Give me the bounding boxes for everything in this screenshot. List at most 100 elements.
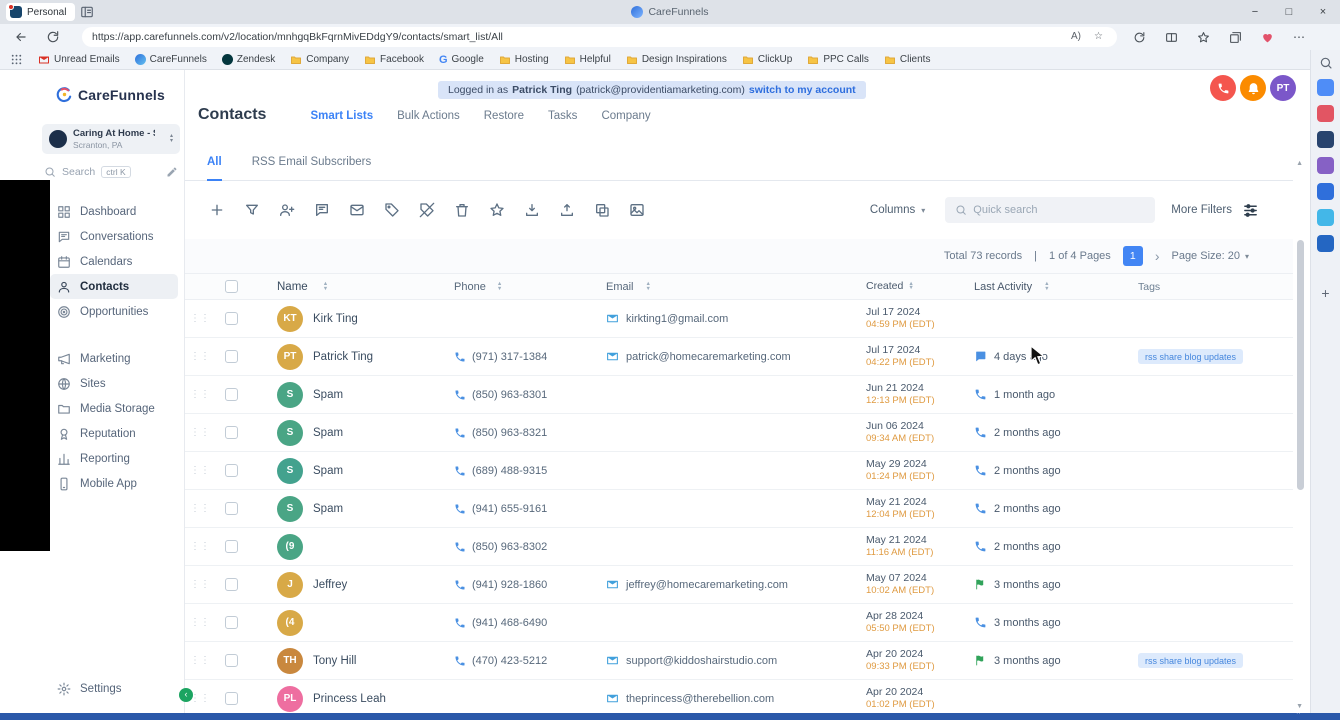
tag-pill[interactable]: rss share blog updates [1138, 653, 1244, 668]
toolbar-plus-button[interactable] [205, 198, 229, 222]
read-aloud-icon[interactable]: A) [1071, 31, 1084, 44]
contact-name-cell[interactable]: J Jeffrey [251, 571, 448, 598]
sidebar-search[interactable]: Search ctrl K [44, 164, 178, 180]
bookmark-design-inspirations[interactable]: Design Inspirations [626, 54, 727, 66]
table-row[interactable]: ⋮⋮ TH Tony Hill (470) 423-5212 support@kiddo… [185, 642, 1293, 680]
page-1-button[interactable]: 1 [1122, 246, 1143, 266]
edge-app-icon-5[interactable] [1317, 183, 1334, 200]
sidebar-item-mobile-app[interactable]: Mobile App [50, 471, 178, 496]
filters-sliders-icon[interactable] [1242, 202, 1259, 219]
user-avatar[interactable]: PT [1270, 75, 1296, 101]
toolbar-chat-button[interactable] [310, 198, 334, 222]
contact-phone-cell[interactable]: (850) 963-8321 [448, 427, 598, 439]
contact-phone-cell[interactable]: (941) 655-9161 [448, 503, 598, 515]
row-checkbox[interactable] [225, 464, 238, 477]
settings-menu-icon[interactable]: ⋯ [1293, 30, 1306, 44]
toolbar-copy-button[interactable] [590, 198, 614, 222]
column-header-phone[interactable]: Phone ▲ ▼ [448, 281, 598, 293]
quick-search-input[interactable] [973, 204, 1146, 216]
contact-name-cell[interactable]: (9 [251, 533, 448, 560]
contact-email-cell[interactable]: support@kiddoshairstudio.com [598, 654, 860, 667]
column-header-created[interactable]: Created ▲ ▼ [860, 280, 964, 294]
add-app-icon[interactable]: + [1321, 285, 1329, 301]
tab-smart-lists[interactable]: Smart Lists [310, 110, 373, 122]
column-header-name[interactable]: Name ▲ ▼ [251, 281, 448, 293]
contact-name-cell[interactable]: PT Patrick Ting [251, 343, 448, 370]
close-button[interactable]: × [1306, 0, 1340, 24]
minimize-button[interactable]: − [1238, 0, 1272, 24]
contact-phone-cell[interactable]: (850) 963-8301 [448, 389, 598, 401]
drag-handle[interactable]: ⋮⋮ [185, 427, 215, 438]
table-row[interactable]: ⋮⋮ KT Kirk Ting kirkting1@gmail.com Jul 17 2… [185, 300, 1293, 338]
contact-phone-cell[interactable]: (850) 963-8302 [448, 541, 598, 553]
tab-restore[interactable]: Restore [484, 110, 524, 122]
maximize-button[interactable]: □ [1272, 0, 1306, 24]
table-row[interactable]: ⋮⋮ S Spam (941) 655-9161 May 21 2024 12:04 PM… [185, 490, 1293, 528]
toolbar-download-button[interactable] [520, 198, 544, 222]
bookmark-clickup[interactable]: ClickUp [742, 54, 792, 66]
column-header-last-activity[interactable]: Last Activity ▲ ▼ [964, 281, 1132, 293]
location-switcher[interactable]: Caring At Home - Sn... Scranton, PA ▴▾ [42, 124, 180, 154]
toolbar-filter-button[interactable] [240, 198, 264, 222]
table-row[interactable]: ⋮⋮ S Spam (689) 488-9315 May 29 2024 01:24 PM… [185, 452, 1293, 490]
drag-handle[interactable]: ⋮⋮ [185, 655, 215, 666]
drag-handle[interactable]: ⋮⋮ [185, 579, 215, 590]
edge-app-icon-4[interactable] [1317, 157, 1334, 174]
row-checkbox[interactable] [225, 692, 238, 705]
sidebar-item-reporting[interactable]: Reporting [50, 446, 178, 471]
scrollbar-down-icon[interactable]: ▼ [1296, 703, 1303, 710]
bookmark-helpful[interactable]: Helpful [564, 54, 611, 66]
edge-app-icon-1[interactable] [1317, 79, 1334, 96]
toolbar-star-button[interactable] [485, 198, 509, 222]
bookmark-company[interactable]: Company [290, 54, 349, 66]
next-page-button[interactable]: › [1155, 248, 1160, 264]
table-row[interactable]: ⋮⋮ (9 (850) 963-8302 May 21 2024 11:16 AM (E… [185, 528, 1293, 566]
bookmark-facebook[interactable]: Facebook [364, 54, 424, 66]
tab-tasks[interactable]: Tasks [548, 110, 577, 122]
row-checkbox[interactable] [225, 312, 238, 325]
row-checkbox[interactable] [225, 540, 238, 553]
row-checkbox[interactable] [225, 616, 238, 629]
back-icon[interactable] [14, 30, 28, 44]
contact-name-cell[interactable]: S Spam [251, 381, 448, 408]
table-row[interactable]: ⋮⋮ (4 (941) 468-6490 Apr 28 2024 05:50 PM (E… [185, 604, 1293, 642]
sidebar-item-media-storage[interactable]: Media Storage [50, 396, 178, 421]
contact-email-cell[interactable]: jeffrey@homecaremarketing.com [598, 578, 860, 591]
contact-name-cell[interactable]: S Spam [251, 495, 448, 522]
drag-handle[interactable]: ⋮⋮ [185, 617, 215, 628]
columns-dropdown[interactable]: Columns ▾ [870, 204, 925, 216]
edge-app-icon-3[interactable] [1317, 131, 1334, 148]
bookmark-carefunnels[interactable]: CareFunnels [134, 54, 207, 65]
toolbar-tag-off-button[interactable] [415, 198, 439, 222]
collections-icon[interactable] [1229, 31, 1242, 44]
tab-company[interactable]: Company [601, 110, 650, 122]
table-row[interactable]: ⋮⋮ J Jeffrey (941) 928-1860 jeffrey@homecare… [185, 566, 1293, 604]
table-row[interactable]: ⋮⋮ S Spam (850) 963-8321 Jun 06 2024 09:34 AM… [185, 414, 1293, 452]
contact-email-cell[interactable]: theprincess@therebellion.com [598, 692, 860, 705]
drag-handle[interactable]: ⋮⋮ [185, 313, 215, 324]
contact-name-cell[interactable]: TH Tony Hill [251, 647, 448, 674]
switch-account-link[interactable]: switch to my account [749, 84, 856, 96]
notifications-button[interactable] [1240, 75, 1266, 101]
edge-app-icon-2[interactable] [1317, 105, 1334, 122]
browser-essentials-icon[interactable] [1261, 31, 1274, 44]
contact-email-cell[interactable]: kirkting1@gmail.com [598, 312, 860, 325]
contact-name-cell[interactable]: (4 [251, 609, 448, 636]
contact-name-cell[interactable]: S Spam [251, 419, 448, 446]
apps-grid-icon[interactable] [10, 53, 23, 66]
row-checkbox[interactable] [225, 654, 238, 667]
row-checkbox[interactable] [225, 388, 238, 401]
row-checkbox[interactable] [225, 426, 238, 439]
app-logo[interactable]: CareFunnels [56, 86, 165, 103]
contact-name-cell[interactable]: PL Princess Leah [251, 685, 448, 712]
bookmark-zendesk[interactable]: Zendesk [221, 54, 275, 65]
page-size-dropdown[interactable]: Page Size: 20 ▾ [1171, 250, 1249, 262]
table-row[interactable]: ⋮⋮ PL Princess Leah theprincess@therebellio… [185, 680, 1293, 713]
toolbar-mail-button[interactable] [345, 198, 369, 222]
sidebar-item-sites[interactable]: Sites [50, 371, 178, 396]
favorites-icon[interactable] [1197, 31, 1210, 44]
split-screen-icon[interactable] [1165, 31, 1178, 44]
edit-icon[interactable] [166, 166, 178, 178]
bookmark-unread-emails[interactable]: Unread Emails [38, 54, 120, 66]
row-checkbox[interactable] [225, 578, 238, 591]
